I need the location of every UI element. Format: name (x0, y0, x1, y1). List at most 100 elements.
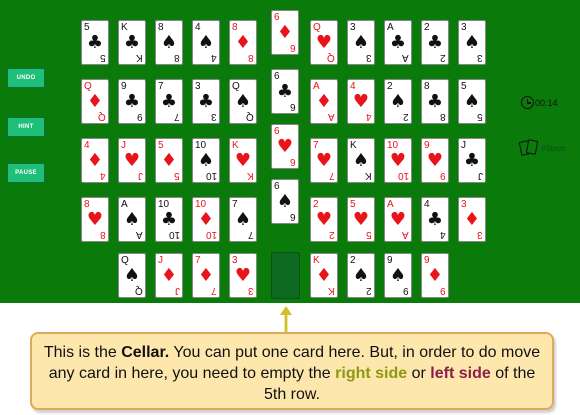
card[interactable]: 2 ♠ 2 (347, 253, 375, 298)
card-rank-inverted: 9 (440, 285, 446, 296)
card-rank-inverted: A (136, 229, 143, 240)
card[interactable]: K ♥ K (229, 138, 257, 183)
card[interactable]: 10 ♦ 10 (192, 197, 220, 242)
card[interactable]: Q ♥ Q (310, 20, 338, 65)
card[interactable]: 5 ♣ 5 (81, 20, 109, 65)
card[interactable]: 5 ♥ 5 (347, 197, 375, 242)
card[interactable]: 7 ♥ 7 (310, 138, 338, 183)
card-rank-inverted: 3 (211, 111, 217, 122)
card[interactable]: 10 ♥ 10 (384, 138, 412, 183)
card-rank-inverted: K (365, 170, 372, 181)
card[interactable]: 6 ♥ 6 (271, 124, 299, 169)
card-suit-icon: ♦ (234, 32, 252, 53)
card[interactable]: Q ♠ Q (229, 79, 257, 124)
card[interactable]: J ♥ J (118, 138, 146, 183)
card[interactable]: 3 ♠ 3 (458, 20, 486, 65)
card-rank-inverted: 9 (440, 170, 446, 181)
card-suit-icon: ♠ (463, 32, 481, 53)
card[interactable]: 10 ♣ 10 (155, 197, 183, 242)
card-suit-icon: ♥ (234, 265, 252, 286)
card-suit-icon: ♦ (197, 209, 215, 230)
card[interactable]: 3 ♦ 3 (458, 197, 486, 242)
card-rank-inverted: 3 (366, 52, 372, 63)
card-rank-inverted: 4 (440, 229, 446, 240)
card[interactable]: 4 ♥ 4 (347, 79, 375, 124)
card[interactable]: 8 ♦ 8 (229, 20, 257, 65)
card[interactable]: Q ♦ Q (81, 79, 109, 124)
card-rank-inverted: 8 (248, 52, 254, 63)
card[interactable]: 6 ♠ 6 (271, 179, 299, 224)
card-suit-icon: ♠ (352, 150, 370, 171)
card-suit-icon: ♦ (315, 91, 333, 112)
card[interactable]: K ♣ K (118, 20, 146, 65)
card[interactable]: 8 ♠ 8 (155, 20, 183, 65)
card[interactable]: A ♣ A (384, 20, 412, 65)
card[interactable]: 6 ♣ 6 (271, 69, 299, 114)
card-rank-inverted: K (247, 170, 254, 181)
hint-button[interactable]: HINT (7, 117, 45, 137)
card-suit-icon: ♥ (352, 91, 370, 112)
card[interactable]: A ♠ A (118, 197, 146, 242)
card[interactable]: 5 ♠ 5 (458, 79, 486, 124)
pause-button[interactable]: PAUSE (7, 163, 45, 183)
card[interactable]: 7 ♣ 7 (155, 79, 183, 124)
card[interactable]: 7 ♠ 7 (229, 197, 257, 242)
card-rank-inverted: 5 (366, 229, 372, 240)
card-suit-icon: ♠ (123, 209, 141, 230)
card-rank-inverted: A (328, 111, 335, 122)
card-rank-inverted: 2 (403, 111, 409, 122)
card[interactable]: K ♦ K (310, 253, 338, 298)
card-suit-icon: ♠ (276, 191, 294, 212)
card[interactable]: K ♠ K (347, 138, 375, 183)
card[interactable]: 8 ♣ 8 (421, 79, 449, 124)
card[interactable]: J ♦ J (155, 253, 183, 298)
card-suit-icon: ♥ (389, 150, 407, 171)
card[interactable]: 2 ♥ 2 (310, 197, 338, 242)
card-suit-icon: ♠ (197, 150, 215, 171)
card-suit-icon: ♠ (389, 265, 407, 286)
card-rank-inverted: Q (98, 111, 106, 122)
steps-counter: #Steps (518, 139, 566, 157)
callout-text-1: This is the (43, 344, 122, 361)
card-rank-inverted: A (402, 52, 409, 63)
card[interactable]: 5 ♦ 5 (155, 138, 183, 183)
card-suit-icon: ♠ (352, 32, 370, 53)
card-suit-icon: ♠ (123, 265, 141, 286)
card[interactable]: Q ♠ Q (118, 253, 146, 298)
card-suit-icon: ♣ (86, 32, 104, 53)
cellar-slot[interactable] (271, 252, 300, 299)
card[interactable]: 9 ♦ 9 (421, 253, 449, 298)
card[interactable]: J ♣ J (458, 138, 486, 183)
card[interactable]: 4 ♣ 4 (421, 197, 449, 242)
card[interactable]: 9 ♣ 9 (118, 79, 146, 124)
card[interactable]: A ♥ A (384, 197, 412, 242)
card-rank-inverted: 9 (137, 111, 143, 122)
card-rank-inverted: J (138, 170, 143, 181)
card-suit-icon: ♦ (315, 265, 333, 286)
card-suit-icon: ♦ (160, 265, 178, 286)
card[interactable]: 3 ♠ 3 (347, 20, 375, 65)
card[interactable]: 6 ♦ 6 (271, 10, 299, 55)
card-suit-icon: ♣ (389, 32, 407, 53)
card[interactable]: 2 ♠ 2 (384, 79, 412, 124)
card[interactable]: 4 ♦ 4 (81, 138, 109, 183)
undo-button[interactable]: UNDO (7, 68, 45, 88)
card-suit-icon: ♠ (234, 91, 252, 112)
card[interactable]: 9 ♥ 9 (421, 138, 449, 183)
card-suit-icon: ♠ (352, 265, 370, 286)
card-suit-icon: ♣ (426, 91, 444, 112)
card[interactable]: A ♦ A (310, 79, 338, 124)
card-rank-inverted: Q (327, 52, 335, 63)
card[interactable]: 2 ♣ 2 (421, 20, 449, 65)
card[interactable]: 10 ♠ 10 (192, 138, 220, 183)
arrow-up-icon (280, 306, 292, 332)
card[interactable]: 9 ♠ 9 (384, 253, 412, 298)
card[interactable]: 7 ♦ 7 (192, 253, 220, 298)
card-suit-icon: ♦ (86, 150, 104, 171)
card-suit-icon: ♦ (86, 91, 104, 112)
cellar-term: Cellar. (121, 344, 170, 361)
card[interactable]: 4 ♠ 4 (192, 20, 220, 65)
card[interactable]: 3 ♣ 3 (192, 79, 220, 124)
card[interactable]: 3 ♥ 3 (229, 253, 257, 298)
card[interactable]: 8 ♥ 8 (81, 197, 109, 242)
